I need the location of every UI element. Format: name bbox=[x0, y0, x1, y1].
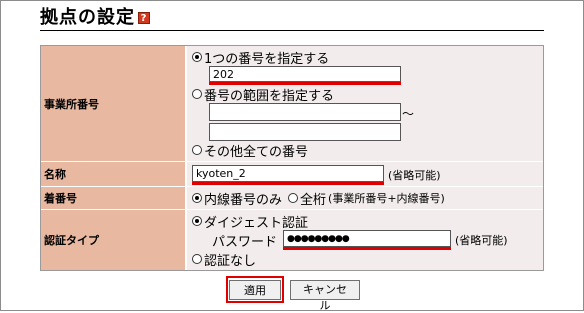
incoming-number-cell: 内線番号のみ 全桁 (事業所番号+内線番号) bbox=[187, 187, 543, 210]
office-number-cell: 1つの番号を指定する 番号の範囲を指定する ～ その他全ての番号 bbox=[187, 46, 543, 162]
password-note: (省略可能) bbox=[455, 234, 508, 247]
button-bar: 適用 キャンセル bbox=[226, 276, 360, 312]
range-separator: ～ bbox=[402, 107, 415, 121]
incoming-line-only-label[interactable]: 内線番号のみ bbox=[204, 189, 282, 208]
office-number-all-radio[interactable] bbox=[192, 145, 202, 155]
auth-type-label: 認証タイプ bbox=[41, 210, 187, 270]
auth-type-row: 認証タイプ ダイジェスト認証 パスワード (省略可能) 認証なし bbox=[41, 210, 543, 270]
settings-form: 事業所番号 1つの番号を指定する 番号の範囲を指定する ～ bbox=[40, 45, 544, 271]
incoming-number-row: 着番号 内線番号のみ 全桁 (事業所番号+内線番号) bbox=[41, 187, 543, 210]
auth-none-option[interactable]: 認証なし bbox=[192, 250, 543, 269]
incoming-full-digits-radio[interactable] bbox=[288, 193, 299, 203]
office-number-single-radio[interactable] bbox=[192, 52, 202, 62]
auth-none-radio[interactable] bbox=[192, 254, 202, 264]
office-number-range-label: 番号の範囲を指定する bbox=[204, 88, 335, 104]
password-label: パスワード bbox=[212, 235, 278, 250]
office-number-single-label: 1つの番号を指定する bbox=[204, 51, 330, 67]
cancel-button[interactable]: キャンセル bbox=[290, 279, 360, 312]
auth-digest-label: ダイジェスト認証 bbox=[204, 215, 309, 231]
page-title: 拠点の設定 ? bbox=[40, 6, 150, 30]
office-number-single-wrap bbox=[209, 66, 543, 85]
title-divider bbox=[40, 30, 544, 31]
name-note: (省略可能) bbox=[388, 169, 441, 182]
apply-button-highlight: 適用 bbox=[226, 276, 284, 303]
office-number-row: 事業所番号 1つの番号を指定する 番号の範囲を指定する ～ bbox=[41, 46, 543, 162]
name-highlight bbox=[192, 182, 384, 185]
name-label: 名称 bbox=[41, 162, 187, 187]
auth-digest-radio[interactable] bbox=[192, 216, 202, 226]
incoming-full-digits-label[interactable]: 全桁 bbox=[300, 189, 326, 208]
office-number-range-to[interactable] bbox=[209, 123, 401, 141]
name-cell: (省略可能) bbox=[187, 162, 543, 187]
password-highlight bbox=[283, 247, 452, 250]
auth-digest-option[interactable]: ダイジェスト認証 bbox=[192, 212, 543, 231]
name-row: 名称 (省略可能) bbox=[41, 162, 543, 187]
office-number-range-wrap: ～ bbox=[209, 103, 543, 141]
office-number-all-label: その他全ての番号 bbox=[204, 144, 309, 160]
help-icon[interactable]: ? bbox=[138, 12, 150, 24]
office-number-range-from[interactable] bbox=[209, 103, 401, 121]
incoming-number-label: 着番号 bbox=[41, 187, 187, 210]
office-number-all-option[interactable]: その他全ての番号 bbox=[192, 141, 543, 160]
office-number-label: 事業所番号 bbox=[41, 46, 187, 162]
auth-type-cell: ダイジェスト認証 パスワード (省略可能) 認証なし bbox=[187, 210, 543, 270]
office-number-single-input[interactable] bbox=[209, 66, 401, 82]
page-title-text: 拠点の設定 bbox=[40, 7, 135, 28]
incoming-full-digits-note: (事業所番号+内線番号) bbox=[328, 192, 445, 205]
office-number-single-option[interactable]: 1つの番号を指定する bbox=[192, 48, 543, 67]
apply-button[interactable]: 適用 bbox=[229, 280, 281, 300]
office-number-range-radio[interactable] bbox=[192, 89, 202, 99]
password-row: パスワード (省略可能) bbox=[212, 230, 543, 250]
password-input[interactable] bbox=[283, 230, 452, 247]
name-input[interactable] bbox=[192, 165, 384, 182]
incoming-line-only-radio[interactable] bbox=[192, 193, 202, 203]
auth-none-label: 認証なし bbox=[204, 253, 257, 269]
office-number-range-option[interactable]: 番号の範囲を指定する bbox=[192, 85, 543, 104]
